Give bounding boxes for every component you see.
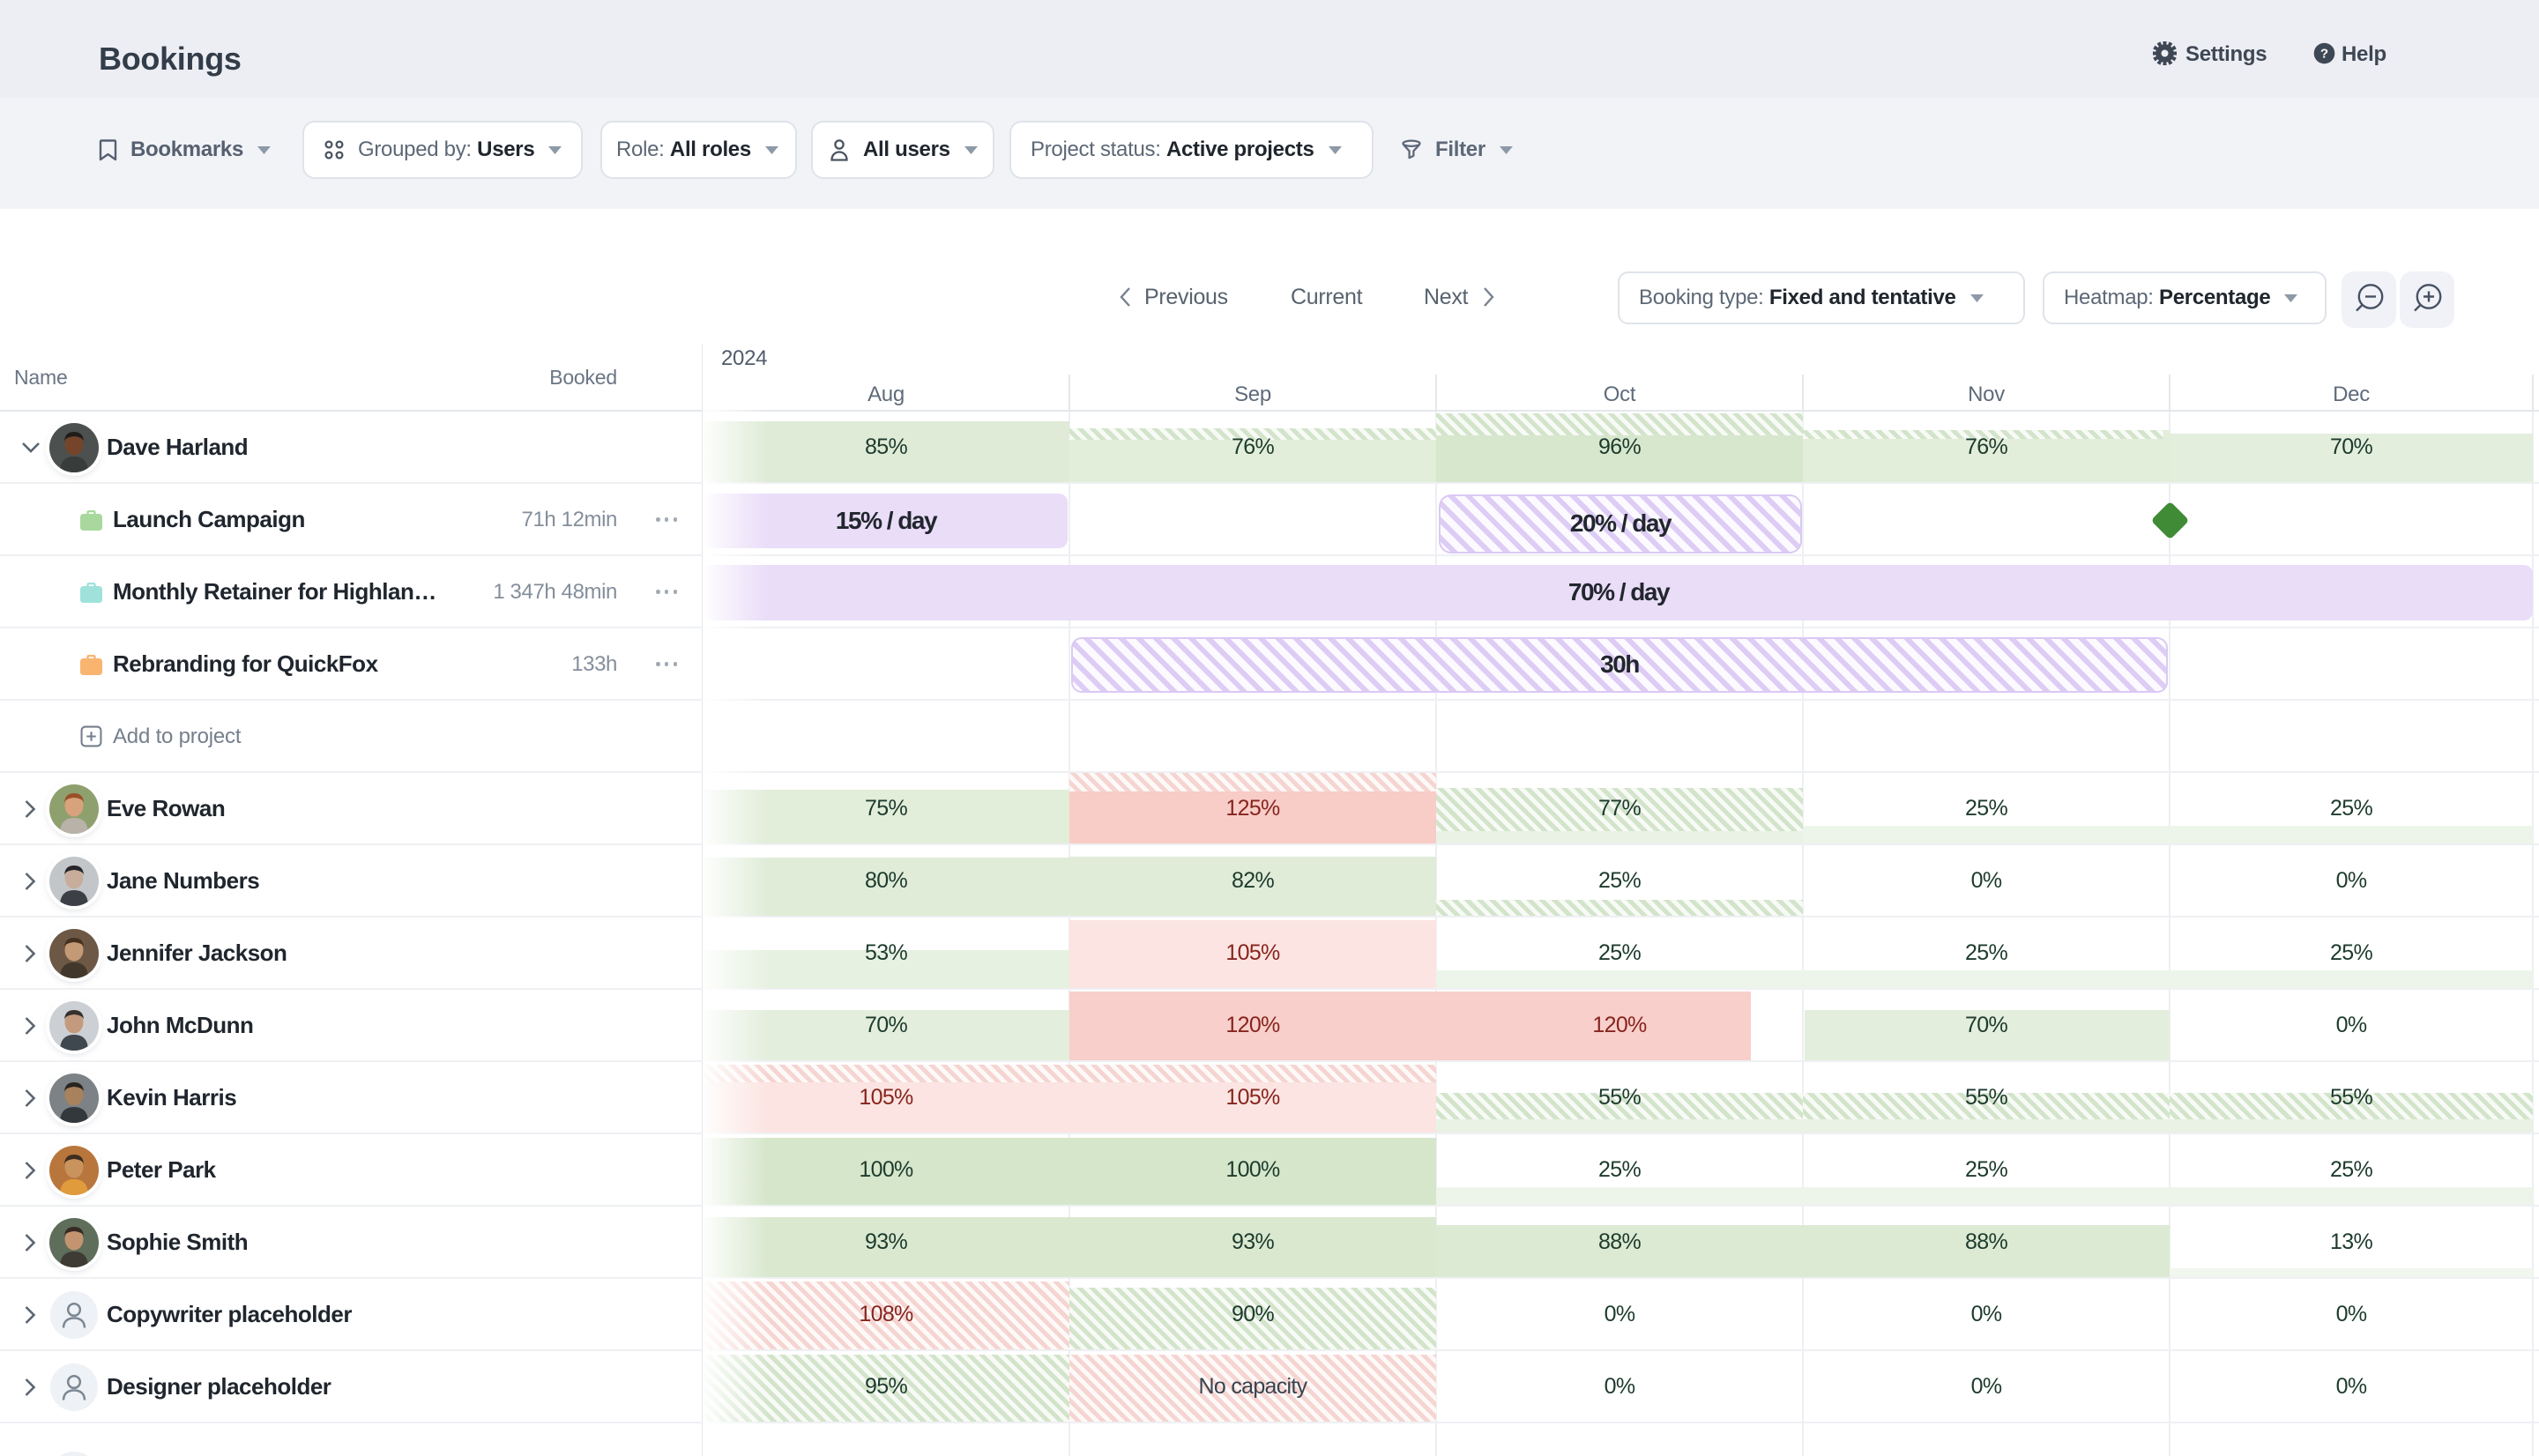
svg-text:?: ?	[2320, 47, 2328, 62]
